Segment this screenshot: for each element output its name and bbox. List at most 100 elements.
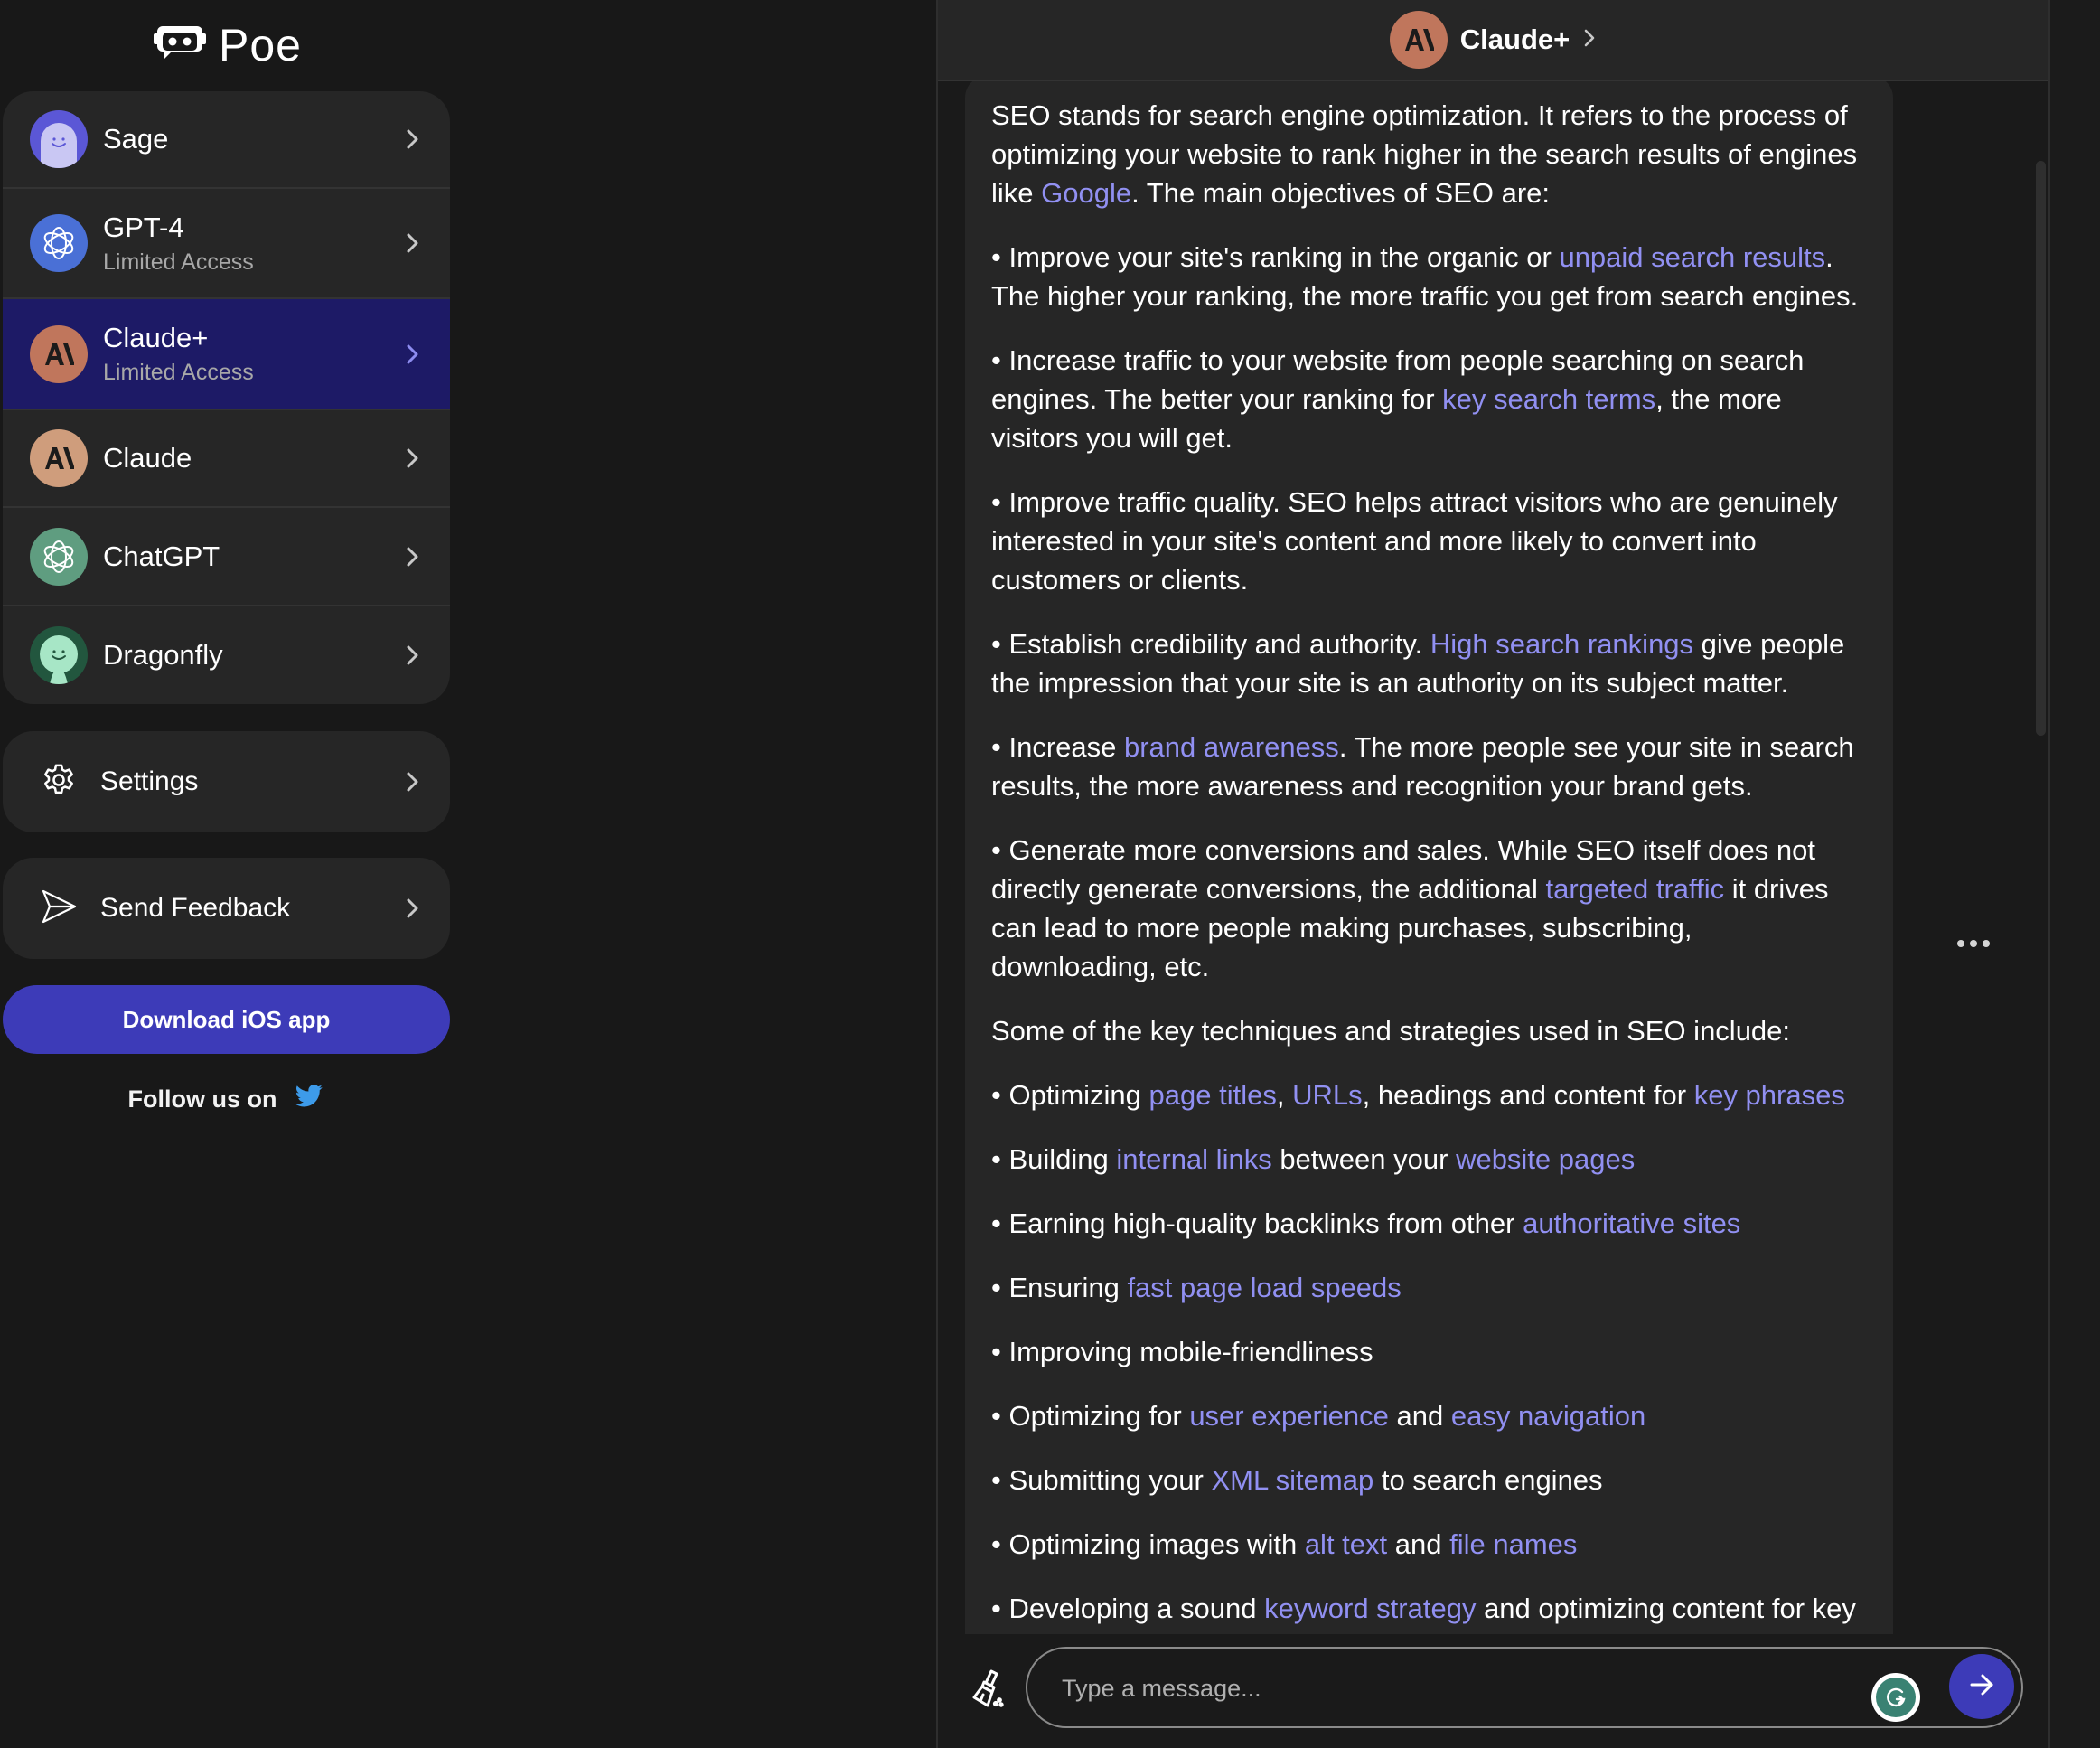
message-more-options-button[interactable]	[1957, 935, 1990, 953]
message-paragraph: • Improve your site's ranking in the org…	[991, 238, 1861, 315]
inline-search-link[interactable]: key phrases	[1694, 1079, 1845, 1111]
anthropic-avatar-icon	[1389, 11, 1448, 69]
broom-icon	[967, 1669, 1010, 1718]
grammarly-button[interactable]	[1871, 1673, 1920, 1722]
bot-name: Dragonfly	[103, 639, 223, 671]
inline-search-link[interactable]: internal links	[1116, 1143, 1271, 1175]
inline-search-link[interactable]: brand awareness	[1124, 731, 1339, 763]
poe-logo[interactable]: Poe	[154, 18, 302, 72]
message-text: and	[1387, 1528, 1450, 1560]
inline-search-link[interactable]: alt text	[1305, 1528, 1387, 1560]
grammarly-icon	[1876, 1678, 1916, 1717]
bot-access-status: Limited Access	[103, 249, 254, 275]
message-text: and	[1388, 1400, 1451, 1432]
message-text: • Increase	[991, 731, 1124, 763]
send-feedback-label: Send Feedback	[100, 893, 291, 923]
message-text: • Improve traffic quality. SEO helps att…	[991, 486, 1838, 596]
openai-avatar-icon	[30, 214, 88, 272]
message-scrollbar[interactable]	[2036, 161, 2046, 736]
poe-logo-icon	[154, 23, 206, 69]
bot-name: Claude+	[103, 322, 209, 353]
message-text: • Submitting your	[991, 1464, 1212, 1496]
message-text: • Ensuring	[991, 1272, 1128, 1303]
message-text: • Optimizing images with	[991, 1528, 1305, 1560]
chevron-right-icon	[403, 230, 423, 257]
follow-label: Follow us on	[127, 1085, 277, 1113]
inline-search-link[interactable]: unpaid search results	[1559, 241, 1825, 273]
send-feedback-button[interactable]: Send Feedback	[3, 858, 450, 959]
chevron-right-icon	[1582, 26, 1597, 54]
gear-icon	[39, 760, 79, 804]
dot-icon	[1970, 940, 1977, 947]
send-message-button[interactable]	[1949, 1654, 2014, 1719]
message-paragraph: • Earning high-quality backlinks from ot…	[991, 1204, 1861, 1243]
message-text: to search engines	[1373, 1464, 1603, 1496]
bot-item-dragonfly[interactable]: Dragonfly	[3, 606, 450, 704]
message-paragraph: • Submitting your XML sitemap to search …	[991, 1461, 1861, 1499]
settings-button[interactable]: Settings	[3, 731, 450, 832]
message-text: . The main objectives of SEO are:	[1131, 177, 1551, 209]
dragonfly-avatar-icon	[30, 626, 88, 684]
message-paragraph: • Optimizing for user experience and eas…	[991, 1396, 1861, 1435]
message-text: • Optimizing for	[991, 1400, 1190, 1432]
dot-icon	[1957, 940, 1964, 947]
bot-message-bubble: SEO stands for search engine optimizatio…	[965, 81, 1893, 1634]
inline-search-link[interactable]: page titles	[1149, 1079, 1277, 1111]
inline-search-link[interactable]: URLs	[1292, 1079, 1363, 1111]
bot-item-claude-plus[interactable]: Claude+ Limited Access	[3, 299, 450, 410]
message-text: • Developing a sound	[991, 1593, 1265, 1624]
inline-search-link[interactable]: website pages	[1456, 1143, 1635, 1175]
arrow-right-icon	[1967, 1670, 1996, 1704]
inline-search-link[interactable]: key search terms	[1442, 383, 1655, 415]
inline-search-link[interactable]: authoritative sites	[1523, 1208, 1740, 1239]
inline-search-link[interactable]: targeted traffic	[1545, 873, 1724, 905]
message-text: • Optimizing	[991, 1079, 1149, 1111]
dot-icon	[1983, 940, 1990, 947]
chevron-right-icon	[403, 642, 423, 669]
inline-search-link[interactable]: Google	[1041, 177, 1131, 209]
inline-search-link[interactable]: file names	[1449, 1528, 1577, 1560]
inline-search-link[interactable]: fast page load speeds	[1127, 1272, 1401, 1303]
message-input[interactable]	[1060, 1665, 1859, 1712]
send-icon	[39, 887, 79, 931]
message-paragraph: • Increase traffic to your website from …	[991, 341, 1861, 457]
bot-access-status: Limited Access	[103, 360, 254, 385]
inline-search-link[interactable]: easy navigation	[1451, 1400, 1645, 1432]
clear-context-button[interactable]	[967, 1668, 1010, 1715]
message-paragraph: • Improving mobile-friendliness	[991, 1332, 1861, 1371]
chevron-right-icon	[403, 895, 423, 922]
chat-bot-title: Claude+	[1459, 23, 1570, 55]
message-paragraph: • Optimizing page titles, URLs, headings…	[991, 1076, 1861, 1114]
bot-item-chatgpt[interactable]: ChatGPT	[3, 508, 450, 606]
message-list[interactable]: SEO stands for search engine optimizatio…	[938, 81, 2048, 1634]
chevron-right-icon	[403, 543, 423, 570]
app-name: Poe	[219, 20, 302, 70]
inline-search-link[interactable]: keyword strategy	[1264, 1593, 1476, 1624]
message-paragraph: • Generate more conversions and sales. W…	[991, 831, 1861, 986]
bot-item-gpt-4[interactable]: GPT-4 Limited Access	[3, 189, 450, 299]
bot-item-sage[interactable]: Sage	[3, 91, 450, 189]
inline-search-link[interactable]: High search rankings	[1430, 628, 1693, 660]
message-paragraph: • Improve traffic quality. SEO helps att…	[991, 483, 1861, 599]
message-text: , headings and content for	[1362, 1079, 1694, 1111]
message-text: • Improve your site's ranking in the org…	[991, 241, 1560, 273]
anthropic-avatar-icon	[30, 429, 88, 487]
anthropic-avatar-icon	[30, 324, 88, 383]
bot-name: Sage	[103, 123, 169, 155]
inline-search-link[interactable]: XML sitemap	[1211, 1464, 1373, 1496]
follow-us: Follow us on	[0, 1081, 452, 1117]
bot-list: Sage GPT-4 Limited Access Claude+ Limite…	[3, 91, 450, 704]
settings-label: Settings	[100, 766, 199, 796]
openai-avatar-icon	[30, 527, 88, 586]
chat-header-bot-button[interactable]: Claude+	[938, 0, 2048, 81]
message-paragraph: • Developing a sound keyword strategy an…	[991, 1589, 1861, 1634]
bot-item-claude[interactable]: Claude	[3, 410, 450, 508]
twitter-icon[interactable]	[295, 1084, 323, 1115]
message-paragraph: Some of the key techniques and strategie…	[991, 1011, 1861, 1050]
right-gutter	[2050, 0, 2100, 1748]
message-paragraph: SEO stands for search engine optimizatio…	[991, 96, 1861, 212]
message-paragraph: • Optimizing images with alt text and fi…	[991, 1525, 1861, 1564]
download-ios-app-button[interactable]: Download iOS app	[3, 985, 450, 1054]
inline-search-link[interactable]: user experience	[1189, 1400, 1389, 1432]
chevron-right-icon	[403, 445, 423, 472]
